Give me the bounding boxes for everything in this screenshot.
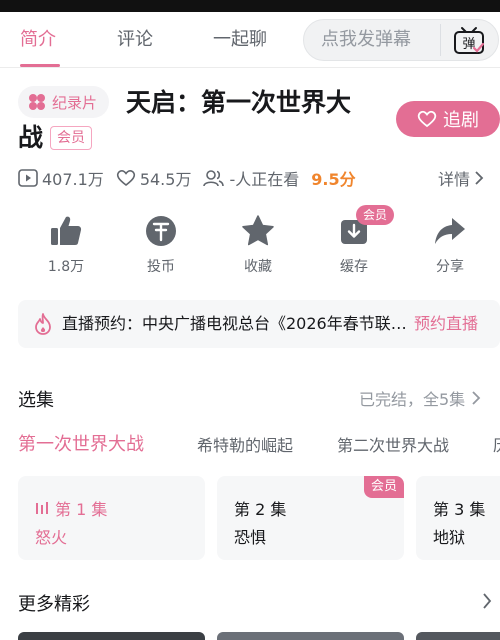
heart-outline-icon bbox=[116, 170, 135, 187]
chevron-right-icon bbox=[475, 171, 484, 185]
episode-number: 第 2 集 bbox=[234, 500, 287, 519]
episode-card[interactable]: 第 3 集 地狱 bbox=[416, 476, 500, 560]
play-count-value: 407.1万 bbox=[42, 170, 104, 189]
episode-name: 怒火 bbox=[35, 528, 68, 547]
coin-button[interactable]: 投币 bbox=[126, 214, 196, 276]
recommendation-thumbnail[interactable] bbox=[416, 632, 500, 640]
episode-group-tab[interactable]: 第二次世界大战 bbox=[337, 432, 449, 456]
episode-group-tab[interactable]: 历 bbox=[493, 432, 500, 456]
episode-vip-badge: 会员 bbox=[363, 476, 404, 498]
video-title-line1: 天启：第一次世界大 bbox=[126, 88, 352, 117]
episodes-status: 已完结，全5集 bbox=[359, 390, 466, 409]
danmaku-placeholder: 点我发弹幕 bbox=[321, 29, 411, 50]
flame-icon bbox=[35, 313, 51, 335]
coin-label: 投币 bbox=[147, 259, 175, 275]
like-count-label: 1.8万 bbox=[47, 259, 85, 275]
like-count: 54.5万 bbox=[116, 166, 192, 190]
watching-value: -人正在看 bbox=[229, 170, 300, 189]
top-tab-bar: 简介 评论 一起聊 点我发弹幕 弹 bbox=[0, 12, 500, 68]
share-icon bbox=[435, 218, 465, 244]
video-title-line2: 战 bbox=[18, 123, 44, 152]
reserve-live-link[interactable]: 预约直播 bbox=[414, 300, 478, 348]
share-label: 分享 bbox=[436, 259, 464, 275]
thumb-up-icon bbox=[51, 216, 82, 245]
like-button[interactable]: 1.8万 bbox=[31, 214, 101, 276]
play-count: 407.1万 bbox=[18, 166, 104, 190]
rating-score: 9.5分 bbox=[311, 170, 356, 189]
live-reservation-text: 直播预约：中央广播电视总台《2026年春节联欢晚会》 bbox=[62, 314, 410, 333]
heart-icon bbox=[417, 110, 437, 128]
tab-comments[interactable]: 评论 bbox=[117, 12, 153, 68]
download-label: 缓存 bbox=[340, 259, 368, 275]
episodes-section-title: 选集 bbox=[18, 390, 54, 411]
download-vip-badge: 会员 bbox=[356, 205, 395, 225]
episode-name: 恐惧 bbox=[234, 528, 267, 547]
like-count-value: 54.5万 bbox=[139, 170, 192, 189]
viewers-icon bbox=[203, 170, 225, 187]
status-bar bbox=[0, 0, 500, 12]
recommendation-thumbnail[interactable] bbox=[217, 632, 404, 640]
play-icon bbox=[18, 169, 38, 187]
share-button[interactable]: 分享 bbox=[415, 214, 485, 276]
episode-group-tab[interactable]: 希特勒的崛起 bbox=[197, 432, 293, 456]
coin-icon bbox=[146, 216, 176, 246]
chevron-right-icon[interactable] bbox=[482, 592, 492, 610]
more-section-title: 更多精彩 bbox=[18, 594, 90, 615]
category-label: 纪录片 bbox=[52, 93, 98, 112]
recommendation-thumbnail[interactable] bbox=[18, 632, 205, 640]
episode-card[interactable]: 第 2 集 恐惧 会员 bbox=[217, 476, 404, 560]
flower-icon bbox=[29, 94, 45, 110]
vip-tag: 会员 bbox=[50, 126, 92, 150]
favorite-button[interactable]: 收藏 bbox=[223, 214, 293, 276]
details-link[interactable]: 详情 bbox=[438, 164, 484, 192]
divider bbox=[440, 24, 441, 56]
tab-intro[interactable]: 简介 bbox=[20, 12, 56, 68]
chevron-right-icon bbox=[472, 391, 481, 405]
favorite-label: 收藏 bbox=[244, 259, 272, 275]
follow-series-button[interactable]: 追剧 bbox=[396, 101, 500, 137]
tab-chat-together[interactable]: 一起聊 bbox=[213, 12, 267, 68]
episodes-status-link[interactable]: 已完结，全5集 bbox=[359, 386, 481, 410]
danmaku-icon-label: 弹 bbox=[462, 37, 475, 52]
episode-number: 第 1 集 bbox=[35, 496, 107, 520]
episode-name: 地狱 bbox=[433, 528, 466, 547]
danmaku-toggle-icon[interactable]: 弹 bbox=[452, 26, 486, 56]
playing-bars-icon bbox=[36, 502, 48, 514]
video-stats: 407.1万 54.5万 -人正在看 9.5分 bbox=[18, 164, 356, 192]
live-reservation-banner[interactable]: 直播预约：中央广播电视总台《2026年春节联欢晚会》 预约直播 bbox=[18, 300, 500, 348]
episode-card[interactable]: 第 1 集 怒火 bbox=[18, 476, 205, 560]
episode-number: 第 3 集 bbox=[433, 500, 486, 519]
watching-count: -人正在看 bbox=[203, 166, 299, 190]
details-label: 详情 bbox=[438, 170, 471, 189]
category-badge[interactable]: 纪录片 bbox=[18, 86, 110, 118]
episode-number-text: 第 1 集 bbox=[55, 500, 108, 519]
danmaku-input[interactable]: 点我发弹幕 弹 bbox=[303, 19, 499, 61]
active-tab-indicator bbox=[20, 64, 60, 67]
episode-group-tab[interactable]: 第一次世界大战 bbox=[18, 430, 144, 456]
follow-label: 追剧 bbox=[443, 110, 479, 131]
star-icon bbox=[242, 215, 274, 246]
